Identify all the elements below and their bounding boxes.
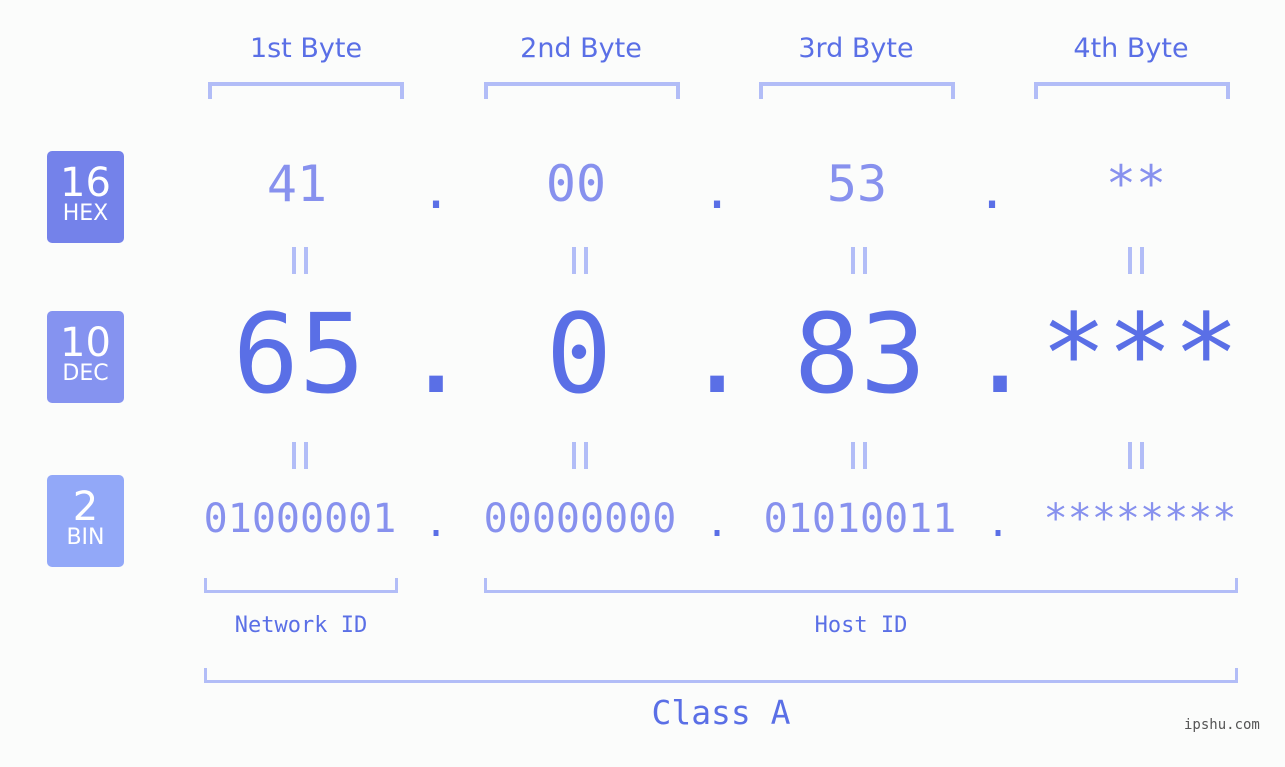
- dec-value-4: ***: [1040, 290, 1240, 418]
- dec-badge: 10 DEC: [47, 311, 124, 403]
- hex-badge-number: 16: [60, 160, 111, 206]
- bin-separator-2: .: [704, 500, 730, 546]
- dec-badge-number: 10: [60, 320, 111, 366]
- bin-value-2: 00000000: [483, 496, 677, 542]
- equals-icon: [572, 247, 588, 274]
- dec-badge-label: DEC: [62, 361, 109, 386]
- bin-badge: 2 BIN: [47, 475, 124, 567]
- equals-icon: [572, 442, 588, 469]
- byte-bracket-4: [1034, 82, 1230, 99]
- bin-value-3: 01010011: [763, 496, 957, 542]
- byte-header-1: 1st Byte: [249, 33, 363, 64]
- bin-badge-number: 2: [72, 484, 99, 530]
- byte-header-3: 3rd Byte: [798, 33, 914, 64]
- hex-badge-label: HEX: [62, 201, 109, 226]
- bin-value-1: 01000001: [203, 496, 397, 542]
- hex-value-1: 41: [266, 155, 328, 213]
- hex-separator-3: .: [977, 162, 1008, 220]
- bin-separator-1: .: [423, 500, 449, 546]
- hex-badge: 16 HEX: [47, 151, 124, 243]
- host-id-label: Host ID: [814, 613, 908, 638]
- equals-icon: [1128, 247, 1144, 274]
- equals-icon: [851, 247, 867, 274]
- equals-icon: [1128, 442, 1144, 469]
- hex-separator-1: .: [421, 162, 452, 220]
- byte-bracket-3: [759, 82, 955, 99]
- hex-value-2: 00: [545, 155, 607, 213]
- hex-separator-2: .: [702, 162, 733, 220]
- bin-separator-3: .: [985, 500, 1011, 546]
- host-id-bracket: [484, 578, 1238, 593]
- byte-header-4: 4th Byte: [1073, 33, 1189, 64]
- network-id-bracket: [204, 578, 398, 593]
- network-id-label: Network ID: [234, 613, 368, 638]
- equals-icon: [292, 247, 308, 274]
- dec-value-3: 83: [793, 290, 927, 418]
- bin-badge-label: BIN: [66, 525, 105, 550]
- watermark: ipshu.com: [1184, 717, 1260, 733]
- bin-value-4: ********: [1043, 496, 1237, 542]
- hex-value-4: **: [1105, 155, 1167, 213]
- dec-value-2: 0: [545, 290, 613, 418]
- dec-value-1: 65: [232, 290, 366, 418]
- byte-header-2: 2nd Byte: [520, 33, 642, 64]
- hex-value-3: 53: [826, 155, 888, 213]
- byte-bracket-2: [484, 82, 680, 99]
- byte-bracket-1: [208, 82, 404, 99]
- class-label: Class A: [651, 693, 791, 732]
- equals-icon: [851, 442, 867, 469]
- class-bracket: [204, 668, 1238, 683]
- equals-icon: [292, 442, 308, 469]
